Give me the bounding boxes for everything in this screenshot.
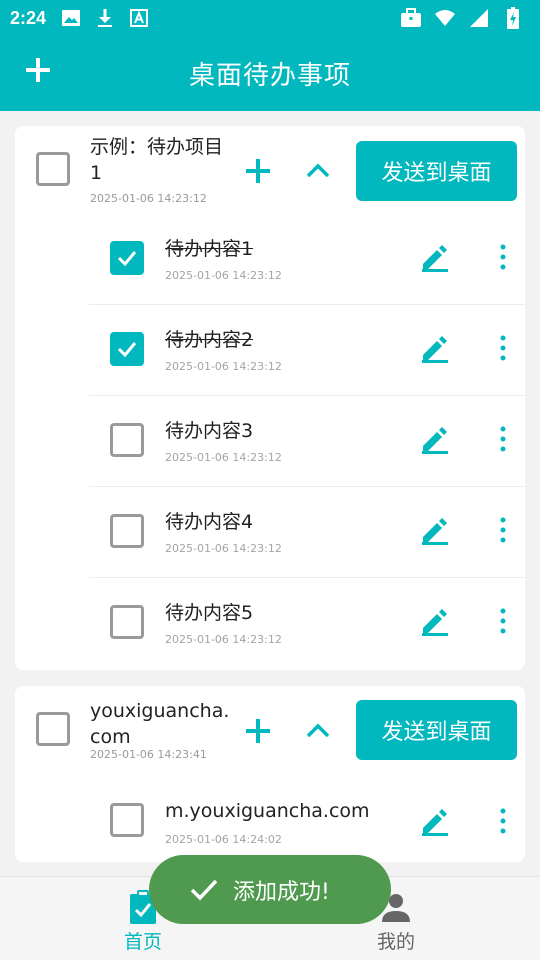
item-checkbox[interactable] bbox=[110, 605, 144, 639]
plus-icon bbox=[26, 58, 50, 82]
list-item: m.youxiguancha.com 2025-01-06 14:24:02 bbox=[89, 774, 525, 862]
check-icon bbox=[117, 251, 137, 267]
item-label: 待办内容1 bbox=[165, 238, 254, 260]
plus-icon bbox=[246, 719, 270, 743]
list-item: 待办内容5 2025-01-06 14:23:12 bbox=[89, 578, 525, 669]
toast-text: 添加成功! bbox=[233, 879, 330, 905]
chevron-up-icon bbox=[306, 163, 330, 178]
group-checkbox[interactable] bbox=[36, 152, 70, 186]
battery-icon bbox=[502, 7, 524, 29]
group-header: 示例：待办项目1 2025-01-06 14:23:12 发送到桌面 bbox=[15, 126, 525, 214]
briefcase-icon bbox=[400, 7, 422, 29]
item-label: 待办内容4 bbox=[165, 511, 254, 533]
group-header: youxiguancha.com 2025-01-06 14:23:41 发送到… bbox=[15, 686, 525, 774]
more-vert-icon[interactable] bbox=[495, 333, 511, 363]
item-label: 待办内容5 bbox=[165, 602, 254, 624]
item-time: 2025-01-06 14:23:12 bbox=[165, 633, 282, 646]
add-item-button[interactable] bbox=[241, 714, 275, 748]
item-time: 2025-01-06 14:23:12 bbox=[165, 451, 282, 464]
group-time: 2025-01-06 14:23:41 bbox=[90, 748, 207, 761]
group-title: 示例：待办项目1 bbox=[90, 136, 224, 184]
download-icon bbox=[94, 7, 116, 29]
item-checkbox[interactable] bbox=[110, 332, 144, 366]
more-vert-icon[interactable] bbox=[495, 806, 511, 836]
image-icon bbox=[60, 7, 82, 29]
more-vert-icon[interactable] bbox=[495, 606, 511, 636]
app-bar: 桌面待办事项 bbox=[0, 36, 540, 111]
add-item-button[interactable] bbox=[241, 154, 275, 188]
send-to-desktop-button[interactable]: 发送到桌面 bbox=[356, 141, 517, 201]
item-time: 2025-01-06 14:23:12 bbox=[165, 542, 282, 555]
page-title: 桌面待办事项 bbox=[188, 61, 351, 91]
add-group-button[interactable] bbox=[22, 54, 54, 86]
status-time: 2:24 bbox=[10, 7, 47, 28]
item-checkbox[interactable] bbox=[110, 241, 144, 275]
chevron-up-icon bbox=[306, 723, 330, 738]
nav-label-mine: 我的 bbox=[376, 931, 415, 953]
more-vert-icon[interactable] bbox=[495, 515, 511, 545]
item-checkbox[interactable] bbox=[110, 514, 144, 548]
item-label: m.youxiguancha.com bbox=[165, 800, 370, 822]
pencil-icon[interactable] bbox=[420, 806, 450, 836]
check-icon bbox=[117, 342, 137, 358]
group-title: youxiguancha.com bbox=[90, 700, 230, 748]
check-icon bbox=[190, 879, 218, 901]
wifi-icon bbox=[434, 7, 456, 29]
status-right bbox=[394, 7, 530, 29]
pencil-icon[interactable] bbox=[420, 424, 450, 454]
nav-label-home: 首页 bbox=[123, 931, 162, 953]
item-time: 2025-01-06 14:23:12 bbox=[165, 269, 282, 282]
item-label: 待办内容3 bbox=[165, 420, 254, 442]
top-bar: 2:24 桌面待办事项 bbox=[0, 0, 540, 111]
todo-group-card: 示例：待办项目1 2025-01-06 14:23:12 发送到桌面 待办内容1… bbox=[15, 126, 525, 670]
plus-icon bbox=[246, 159, 270, 183]
pencil-icon[interactable] bbox=[420, 242, 450, 272]
pencil-icon[interactable] bbox=[420, 606, 450, 636]
list-item: 待办内容2 2025-01-06 14:23:12 bbox=[89, 305, 525, 396]
more-vert-icon[interactable] bbox=[495, 424, 511, 454]
list-item: 待办内容1 2025-01-06 14:23:12 bbox=[89, 214, 525, 305]
item-time: 2025-01-06 14:24:02 bbox=[165, 833, 282, 846]
group-time: 2025-01-06 14:23:12 bbox=[90, 192, 207, 205]
collapse-button[interactable] bbox=[301, 714, 335, 748]
pencil-icon[interactable] bbox=[420, 515, 450, 545]
item-checkbox[interactable] bbox=[110, 423, 144, 457]
toast: 添加成功! bbox=[149, 855, 391, 924]
todo-group-card: youxiguancha.com 2025-01-06 14:23:41 发送到… bbox=[15, 686, 525, 862]
send-to-desktop-button[interactable]: 发送到桌面 bbox=[356, 700, 517, 760]
list-item: 待办内容4 2025-01-06 14:23:12 bbox=[89, 487, 525, 578]
font-icon bbox=[128, 7, 150, 29]
status-bar: 2:24 bbox=[0, 0, 540, 36]
item-label: 待办内容2 bbox=[165, 329, 254, 351]
list-item: 待办内容3 2025-01-06 14:23:12 bbox=[89, 396, 525, 487]
item-checkbox[interactable] bbox=[110, 803, 144, 837]
item-time: 2025-01-06 14:23:12 bbox=[165, 360, 282, 373]
group-checkbox[interactable] bbox=[36, 712, 70, 746]
collapse-button[interactable] bbox=[301, 154, 335, 188]
more-vert-icon[interactable] bbox=[495, 242, 511, 272]
pencil-icon[interactable] bbox=[420, 333, 450, 363]
signal-icon bbox=[468, 7, 490, 29]
